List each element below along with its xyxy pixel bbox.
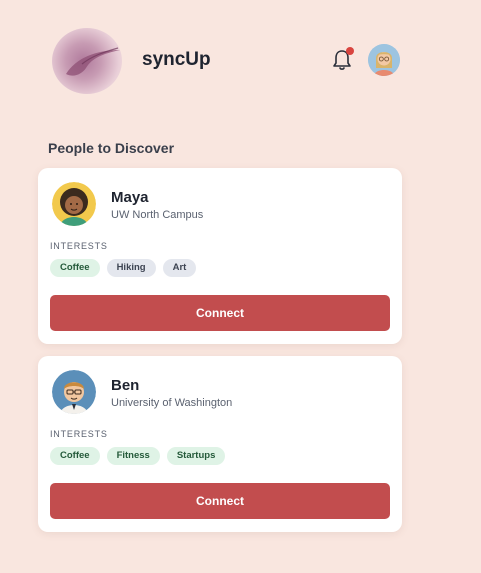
page: syncUp People to Discover Maya UW North … [0,0,481,573]
interest-tag: Startups [166,447,226,465]
person-location: University of Washington [111,397,233,409]
interests-label: INTERESTS [50,429,108,439]
person-card: Ben University of Washington INTERESTS C… [38,356,402,532]
interest-tag: Coffee [50,259,100,277]
interest-tags: Coffee Fitness Startups [50,447,226,465]
interest-tag: Hiking [106,259,156,277]
interest-tag: Fitness [106,447,160,465]
person-avatar [52,370,96,414]
person-location: UW North Campus [111,209,204,221]
user-avatar[interactable] [368,44,400,76]
connect-button[interactable]: Connect [50,483,390,519]
app-header: syncUp [0,0,481,120]
interest-tag: Coffee [50,447,100,465]
interest-tag: Art [162,259,197,277]
app-logo [52,28,122,94]
person-avatar [52,182,96,226]
notification-dot [346,47,354,55]
app-title: syncUp [142,49,211,70]
person-name: Ben [111,377,140,394]
section-title: People to Discover [48,140,175,156]
connect-button[interactable]: Connect [50,295,390,331]
interests-label: INTERESTS [50,241,108,251]
person-card: Maya UW North Campus INTERESTS Coffee Hi… [38,168,402,344]
interest-tags: Coffee Hiking Art [50,259,197,277]
person-name: Maya [111,189,149,206]
